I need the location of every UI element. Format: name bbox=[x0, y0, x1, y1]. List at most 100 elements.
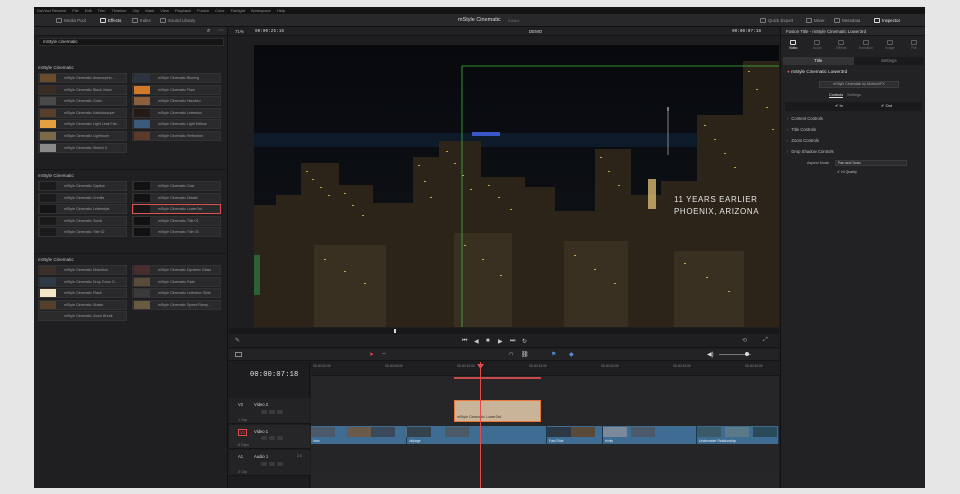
row-drop-shadow-controls[interactable]: › Drop Shadow Controls bbox=[787, 149, 834, 154]
lock-icon[interactable] bbox=[261, 436, 267, 440]
effect-item[interactable]: mStyle Cinematic Speed Ramp... bbox=[132, 299, 221, 310]
motionvfx-button[interactable]: mStyle Cinematic by MotionVFX bbox=[819, 81, 899, 88]
effect-item[interactable]: mStyle Cinematic Letterstyle bbox=[38, 204, 127, 215]
inspector-tab[interactable]: Effects bbox=[829, 37, 853, 53]
effects-search-input[interactable]: mStyle cinematic bbox=[38, 38, 224, 46]
row-title-controls[interactable]: › Title Controls bbox=[787, 127, 816, 132]
effect-item[interactable]: mStyle Cinematic Zoom Break bbox=[38, 311, 127, 322]
timeline-name[interactable]: DEMO bbox=[529, 29, 542, 34]
effect-item[interactable]: mStyle Cinematic Letterbox Slide bbox=[132, 288, 221, 299]
volume-knob[interactable] bbox=[745, 352, 749, 356]
menu-item[interactable]: File bbox=[72, 8, 78, 13]
effect-item[interactable]: mStyle Cinematic Light Diffuse bbox=[132, 119, 221, 130]
viewer-canvas[interactable]: 11 YEARS EARLIER PHOENIX, ARIZONA bbox=[254, 45, 779, 327]
menu-item[interactable]: Fairlight bbox=[231, 8, 245, 13]
menu-item[interactable]: Trim bbox=[98, 8, 106, 13]
effect-item[interactable]: mStyle Cinematic Flash bbox=[38, 288, 127, 299]
effect-item[interactable]: mStyle Cinematic Caption bbox=[38, 181, 127, 191]
track-header-v1[interactable]: V1 Video 1 8 Clips bbox=[229, 425, 310, 449]
effect-item[interactable]: mStyle Cinematic Black Vision bbox=[38, 84, 127, 95]
menu-item[interactable]: Color bbox=[215, 8, 225, 13]
effect-item[interactable]: mStyle Cinematic Shake bbox=[38, 299, 127, 310]
effects-button[interactable]: Effects bbox=[100, 17, 121, 24]
inspector-button[interactable]: Inspector bbox=[874, 17, 900, 24]
auto-select-icon[interactable] bbox=[269, 436, 275, 440]
effect-item[interactable]: mStyle Cinematic Lower3rd bbox=[132, 204, 221, 215]
effect-item[interactable]: mStyle Cinematic Title 03 bbox=[132, 227, 221, 238]
effect-item[interactable]: mStyle Cinematic Anamorphic... bbox=[38, 73, 127, 83]
loop-icon[interactable]: ⟲ bbox=[742, 337, 747, 344]
effect-item[interactable]: mStyle Cinematic Reflection bbox=[132, 131, 221, 141]
effect-item[interactable]: mStyle Cinematic Kaleidoscope bbox=[38, 107, 127, 118]
menu-item[interactable]: Help bbox=[277, 8, 285, 13]
trim-tool-icon[interactable]: ⇔ bbox=[381, 351, 387, 357]
inspector-tab[interactable]: File bbox=[902, 37, 925, 53]
lock-icon[interactable] bbox=[261, 410, 267, 414]
selection-tool-icon[interactable]: ➤ bbox=[369, 351, 374, 358]
effect-item[interactable]: mStyle Cinematic Flare bbox=[132, 84, 221, 95]
segment-title[interactable]: Title bbox=[783, 57, 854, 65]
subtab-settings[interactable]: Settings bbox=[847, 93, 861, 98]
menu-item[interactable]: DaVinci Resolve bbox=[37, 8, 66, 13]
more-options-icon[interactable]: ⋯ bbox=[218, 27, 224, 34]
effect-item[interactable]: mStyle Cinematic Cast bbox=[132, 181, 221, 191]
fullscreen-icon[interactable]: ⤢ bbox=[763, 337, 768, 344]
timeline-area[interactable]: 00:00:00:00 00:00:05:00 00:00:10:00 00:00:1… bbox=[311, 362, 779, 488]
effect-item[interactable]: mStyle Cinematic Lightroom bbox=[38, 131, 127, 141]
effect-item[interactable]: mStyle Cinematic Scroll bbox=[38, 215, 127, 226]
effect-item[interactable]: mStyle Cinematic Title 02 bbox=[38, 227, 127, 238]
effects-section-title[interactable]: mStyle Cinematic bbox=[38, 173, 74, 178]
aspect-mode-select[interactable]: Pan and Scan bbox=[835, 160, 907, 166]
play-icon[interactable]: ▶ bbox=[498, 338, 503, 345]
effect-item[interactable]: mStyle Cinematic Title 01 bbox=[132, 215, 221, 226]
effect-item[interactable]: mStyle Cinematic Details bbox=[132, 192, 221, 203]
video-clip[interactable]: Fast Ride bbox=[547, 426, 603, 444]
inspector-tab[interactable]: Transition bbox=[854, 37, 878, 53]
menu-item[interactable]: Mark bbox=[145, 8, 154, 13]
menu-item[interactable]: Clip bbox=[132, 8, 139, 13]
go-to-start-icon[interactable]: ⏮ bbox=[462, 338, 467, 345]
effect-item[interactable]: mStyle Cinematic Distortion bbox=[38, 265, 127, 275]
go-to-end-icon[interactable]: ⏭ bbox=[510, 338, 515, 345]
volume-icon[interactable]: ◀) bbox=[707, 351, 714, 358]
timeline-view-icon[interactable] bbox=[235, 352, 242, 357]
track-visibility-icon[interactable] bbox=[277, 410, 283, 414]
subtab-controls[interactable]: Controls bbox=[829, 93, 844, 98]
inspector-tab[interactable]: Video bbox=[781, 37, 805, 53]
effect-item[interactable]: mStyle Cinematic Fade bbox=[132, 276, 221, 287]
inspector-tab[interactable]: Image bbox=[878, 37, 902, 53]
link-icon[interactable]: ⛓ bbox=[521, 351, 529, 358]
mixer-button[interactable]: Mixer bbox=[806, 17, 825, 24]
effect-item[interactable]: mStyle Cinematic Credits bbox=[38, 192, 127, 203]
video-clip[interactable]: Underwater Relationship bbox=[697, 426, 779, 444]
search-icon[interactable]: ⌕ bbox=[207, 28, 210, 35]
video-clip[interactable]: citylage bbox=[407, 426, 547, 444]
video-clip[interactable]: trinity bbox=[603, 426, 697, 444]
check-out[interactable]: ✔ Out bbox=[881, 103, 892, 108]
metadata-button[interactable]: Metadata bbox=[834, 17, 860, 24]
effect-item[interactable]: mStyle Cinematic Blurring bbox=[132, 73, 221, 83]
loop-playback-icon[interactable]: ↻ bbox=[522, 338, 527, 345]
effect-item[interactable]: mStyle Cinematic Letterbox bbox=[132, 107, 221, 118]
lock-icon[interactable] bbox=[261, 462, 267, 466]
effect-item[interactable]: mStyle Cinematic Drop Zoom O... bbox=[38, 276, 127, 287]
eyedropper-icon[interactable]: ✎ bbox=[235, 337, 240, 344]
scrub-playhead[interactable] bbox=[394, 329, 396, 333]
auto-select-icon[interactable] bbox=[269, 410, 275, 414]
play-reverse-icon[interactable]: ◀ bbox=[474, 338, 479, 345]
flag-icon[interactable]: ⚑ bbox=[551, 351, 556, 358]
effect-item[interactable]: mStyle Cinematic Grain bbox=[38, 96, 127, 107]
menu-item[interactable]: View bbox=[160, 8, 169, 13]
track-visibility-icon[interactable] bbox=[277, 436, 283, 440]
sound-library-button[interactable]: Sound Library bbox=[160, 17, 195, 24]
segment-settings[interactable]: Settings bbox=[854, 57, 925, 65]
track-header-v2[interactable]: V2 Video 2 1 Clip bbox=[229, 398, 310, 424]
mute-icon[interactable] bbox=[277, 462, 283, 466]
menu-item[interactable]: Workspace bbox=[251, 8, 271, 13]
menu-item[interactable]: Playback bbox=[175, 8, 191, 13]
timeline-ruler[interactable]: 00:00:00:00 00:00:05:00 00:00:10:00 00:00:1… bbox=[311, 362, 779, 376]
media-pool-button[interactable]: Media Pool bbox=[56, 17, 86, 24]
menu-item[interactable]: Edit bbox=[85, 8, 92, 13]
video-clip[interactable]: Intro bbox=[311, 426, 429, 444]
effect-item[interactable]: mStyle Cinematic Sketch it bbox=[38, 142, 127, 153]
